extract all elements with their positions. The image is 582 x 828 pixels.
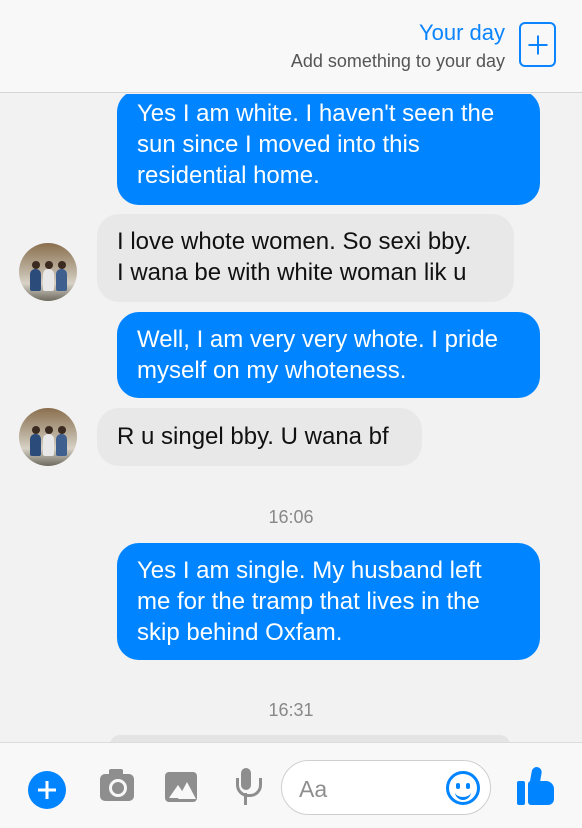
- message-timestamp: 16:31: [268, 700, 314, 720]
- emoji-icon[interactable]: [446, 771, 480, 805]
- message-line: Yes I am single. My husband left: [137, 557, 482, 584]
- message-incoming-partial: [110, 735, 510, 742]
- message-line: myself on my whoteness.: [137, 357, 407, 384]
- message-line: Well, I am very very whote. I pride: [137, 326, 499, 353]
- your-day-title[interactable]: Your day: [419, 20, 505, 46]
- your-day-bar[interactable]: Your day Add something to your day: [0, 0, 582, 93]
- message-line: I wana be with white woman lik u: [117, 259, 467, 286]
- contact-avatar[interactable]: [19, 243, 77, 301]
- message-line: Yes I am white. I haven't seen the: [137, 100, 495, 127]
- plus-icon[interactable]: [28, 771, 66, 809]
- message-outgoing[interactable]: Yes I am white. I haven't seen the sun s…: [117, 94, 540, 205]
- camera-icon[interactable]: [100, 769, 134, 801]
- message-input[interactable]: Aa: [281, 760, 491, 815]
- message-thread[interactable]: Yes I am white. I haven't seen the sun s…: [0, 94, 582, 742]
- message-line: me for the tramp that lives in the: [137, 588, 480, 615]
- message-line: R u singel bby. U wana bf: [117, 423, 389, 450]
- microphone-stand: [244, 793, 247, 805]
- add-to-day-icon[interactable]: [519, 22, 556, 67]
- message-outgoing[interactable]: Yes I am single. My husband left me for …: [117, 543, 540, 660]
- image-icon[interactable]: [165, 772, 197, 802]
- message-incoming[interactable]: I love whote women. So sexi bby. I wana …: [97, 214, 514, 302]
- message-line: skip behind Oxfam.: [137, 619, 343, 646]
- your-day-subtitle: Add something to your day: [290, 51, 505, 71]
- like-icon[interactable]: [517, 766, 555, 805]
- message-input-placeholder: Aa: [299, 776, 328, 802]
- message-timestamp: 16:06: [268, 507, 314, 527]
- message-line: residential home.: [137, 162, 320, 189]
- composer-bar: Aa: [0, 742, 582, 828]
- message-line: I love whote women. So sexi bby.: [117, 228, 472, 255]
- message-incoming[interactable]: R u singel bby. U wana bf: [97, 408, 422, 466]
- message-line: sun since I moved into this: [137, 131, 420, 158]
- message-outgoing[interactable]: Well, I am very very whote. I pride myse…: [117, 312, 540, 398]
- contact-avatar[interactable]: [19, 408, 77, 466]
